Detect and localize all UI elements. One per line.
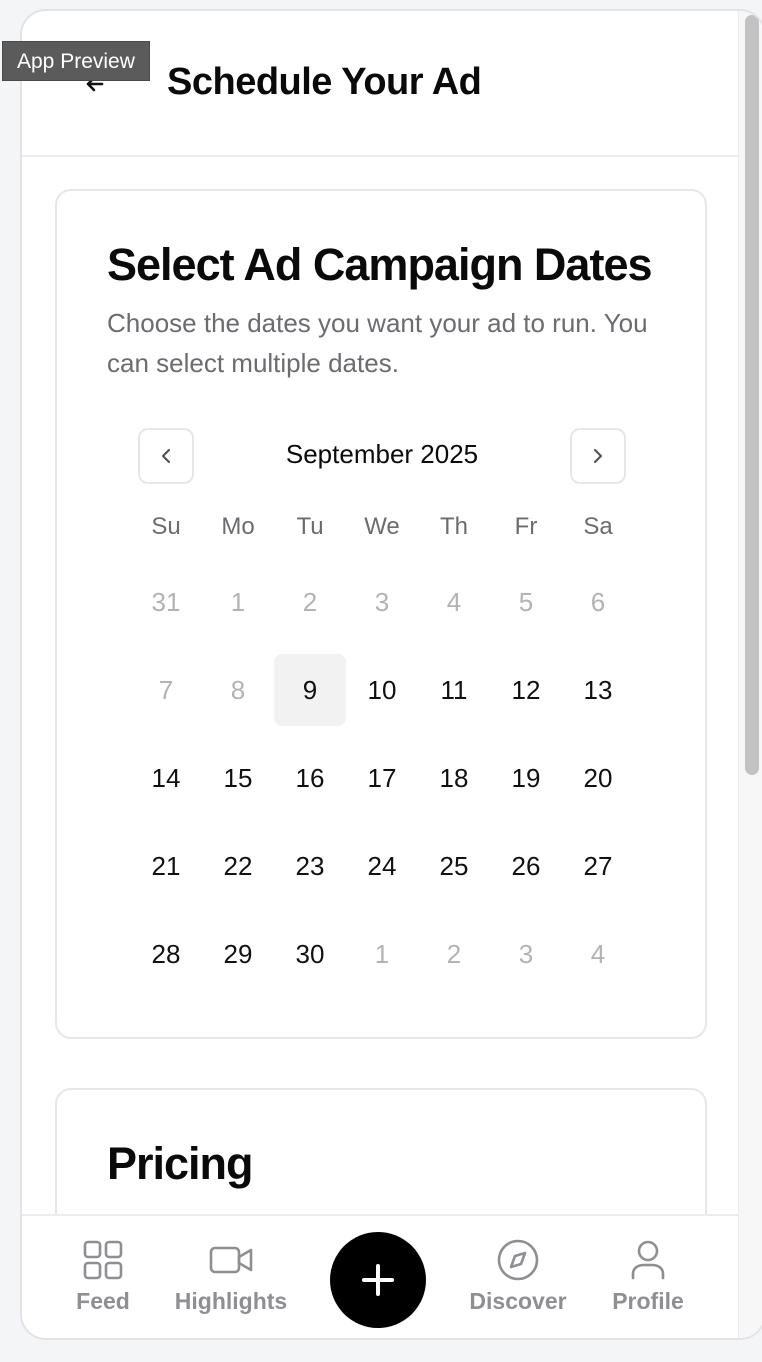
calendar-month-label: September 2025 xyxy=(285,439,479,469)
calendar-day[interactable]: 22 xyxy=(202,830,274,902)
calendar-day: 6 xyxy=(590,586,606,617)
calendar-day: 3 xyxy=(518,938,534,969)
calendar-day: 5 xyxy=(518,586,534,617)
calendar-day[interactable]: 18 xyxy=(418,742,490,814)
calendar-day[interactable]: 23 xyxy=(274,830,346,902)
calendar-day: 4 xyxy=(590,938,606,969)
calendar-day[interactable]: 10 xyxy=(346,654,418,726)
calendar-day: 31 xyxy=(151,586,181,617)
card-title: Select Ad Campaign Dates xyxy=(107,239,652,290)
calendar-week: 7 8 9 10 11 12 13 xyxy=(130,654,634,726)
pricing-title: Pricing xyxy=(107,1138,254,1189)
calendar-day: 4 xyxy=(446,586,462,617)
nav-discover[interactable]: Discover xyxy=(466,1238,570,1315)
app-preview-badge: App Preview xyxy=(2,41,150,81)
weekday-label: Fr xyxy=(514,513,538,540)
weekday-label: Mo xyxy=(221,513,255,540)
nav-highlights-label: Highlights xyxy=(174,1288,288,1314)
calendar-day[interactable]: 26 xyxy=(490,830,562,902)
grid-icon xyxy=(83,1240,123,1280)
calendar-day[interactable]: 14 xyxy=(130,742,202,814)
chevron-left-icon xyxy=(161,448,171,464)
calendar-week: 28 29 30 1 2 3 4 xyxy=(130,918,634,990)
calendar-day[interactable]: 17 xyxy=(346,742,418,814)
weekday-header: Su Mo Tu We Th Fr Sa xyxy=(130,513,634,541)
nav-profile-label: Profile xyxy=(612,1288,684,1314)
app-frame: Schedule Your Ad Select Ad Campaign Date… xyxy=(20,9,762,1340)
weekday-label: Su xyxy=(151,513,181,540)
campaign-dates-card: Select Ad Campaign Dates Choose the date… xyxy=(55,189,707,1039)
calendar-day: 2 xyxy=(302,586,318,617)
calendar-day[interactable]: 24 xyxy=(346,830,418,902)
calendar-day[interactable]: 29 xyxy=(202,918,274,990)
calendar-week: 21 22 23 24 25 26 27 xyxy=(130,830,634,902)
weekday-label: We xyxy=(364,513,400,540)
previous-month-button[interactable] xyxy=(138,428,194,484)
weekday-label: Th xyxy=(439,513,468,540)
calendar-day[interactable]: 11 xyxy=(418,654,490,726)
next-month-button[interactable] xyxy=(570,428,626,484)
weekday-label: Sa xyxy=(583,513,613,540)
create-button[interactable] xyxy=(330,1232,426,1328)
calendar-day[interactable]: 16 xyxy=(274,742,346,814)
calendar-day: 1 xyxy=(374,938,390,969)
calendar-day[interactable]: 19 xyxy=(490,742,562,814)
calendar-day[interactable]: 13 xyxy=(562,654,634,726)
scrollbar[interactable] xyxy=(738,11,762,1338)
calendar-week: 14 15 16 17 18 19 20 xyxy=(130,742,634,814)
calendar-day[interactable]: 28 xyxy=(130,918,202,990)
calendar-day: 3 xyxy=(374,586,390,617)
calendar-day[interactable]: 25 xyxy=(418,830,490,902)
compass-icon xyxy=(497,1239,539,1281)
user-icon xyxy=(631,1240,665,1280)
calendar-day-today[interactable]: 9 xyxy=(274,654,346,726)
calendar-day[interactable]: 30 xyxy=(274,918,346,990)
plus-icon xyxy=(362,1264,394,1296)
scrollbar-thumb[interactable] xyxy=(745,15,759,775)
calendar-day: 1 xyxy=(230,586,246,617)
calendar-day[interactable]: 20 xyxy=(562,742,634,814)
chevron-right-icon xyxy=(593,448,603,464)
video-camera-icon xyxy=(209,1246,253,1274)
calendar-day[interactable]: 12 xyxy=(490,654,562,726)
nav-feed[interactable]: Feed xyxy=(70,1238,136,1315)
calendar-day: 8 xyxy=(230,674,246,705)
calendar-day: 2 xyxy=(446,938,462,969)
nav-profile[interactable]: Profile xyxy=(606,1238,690,1315)
header: Schedule Your Ad xyxy=(22,11,738,157)
calendar-day[interactable]: 21 xyxy=(130,830,202,902)
bottom-navigation: Feed Highlights Discover Profile xyxy=(22,1214,738,1338)
card-description: Choose the dates you want your ad to run… xyxy=(107,308,648,378)
calendar-day[interactable]: 15 xyxy=(202,742,274,814)
page-title: Schedule Your Ad xyxy=(167,61,482,103)
nav-discover-label: Discover xyxy=(469,1288,567,1314)
calendar-day: 7 xyxy=(158,674,174,705)
calendar-day[interactable]: 27 xyxy=(562,830,634,902)
calendar-week: 31 1 2 3 4 5 6 xyxy=(130,566,634,638)
nav-feed-label: Feed xyxy=(76,1288,130,1314)
weekday-label: Tu xyxy=(296,513,324,540)
nav-highlights[interactable]: Highlights xyxy=(168,1238,294,1315)
